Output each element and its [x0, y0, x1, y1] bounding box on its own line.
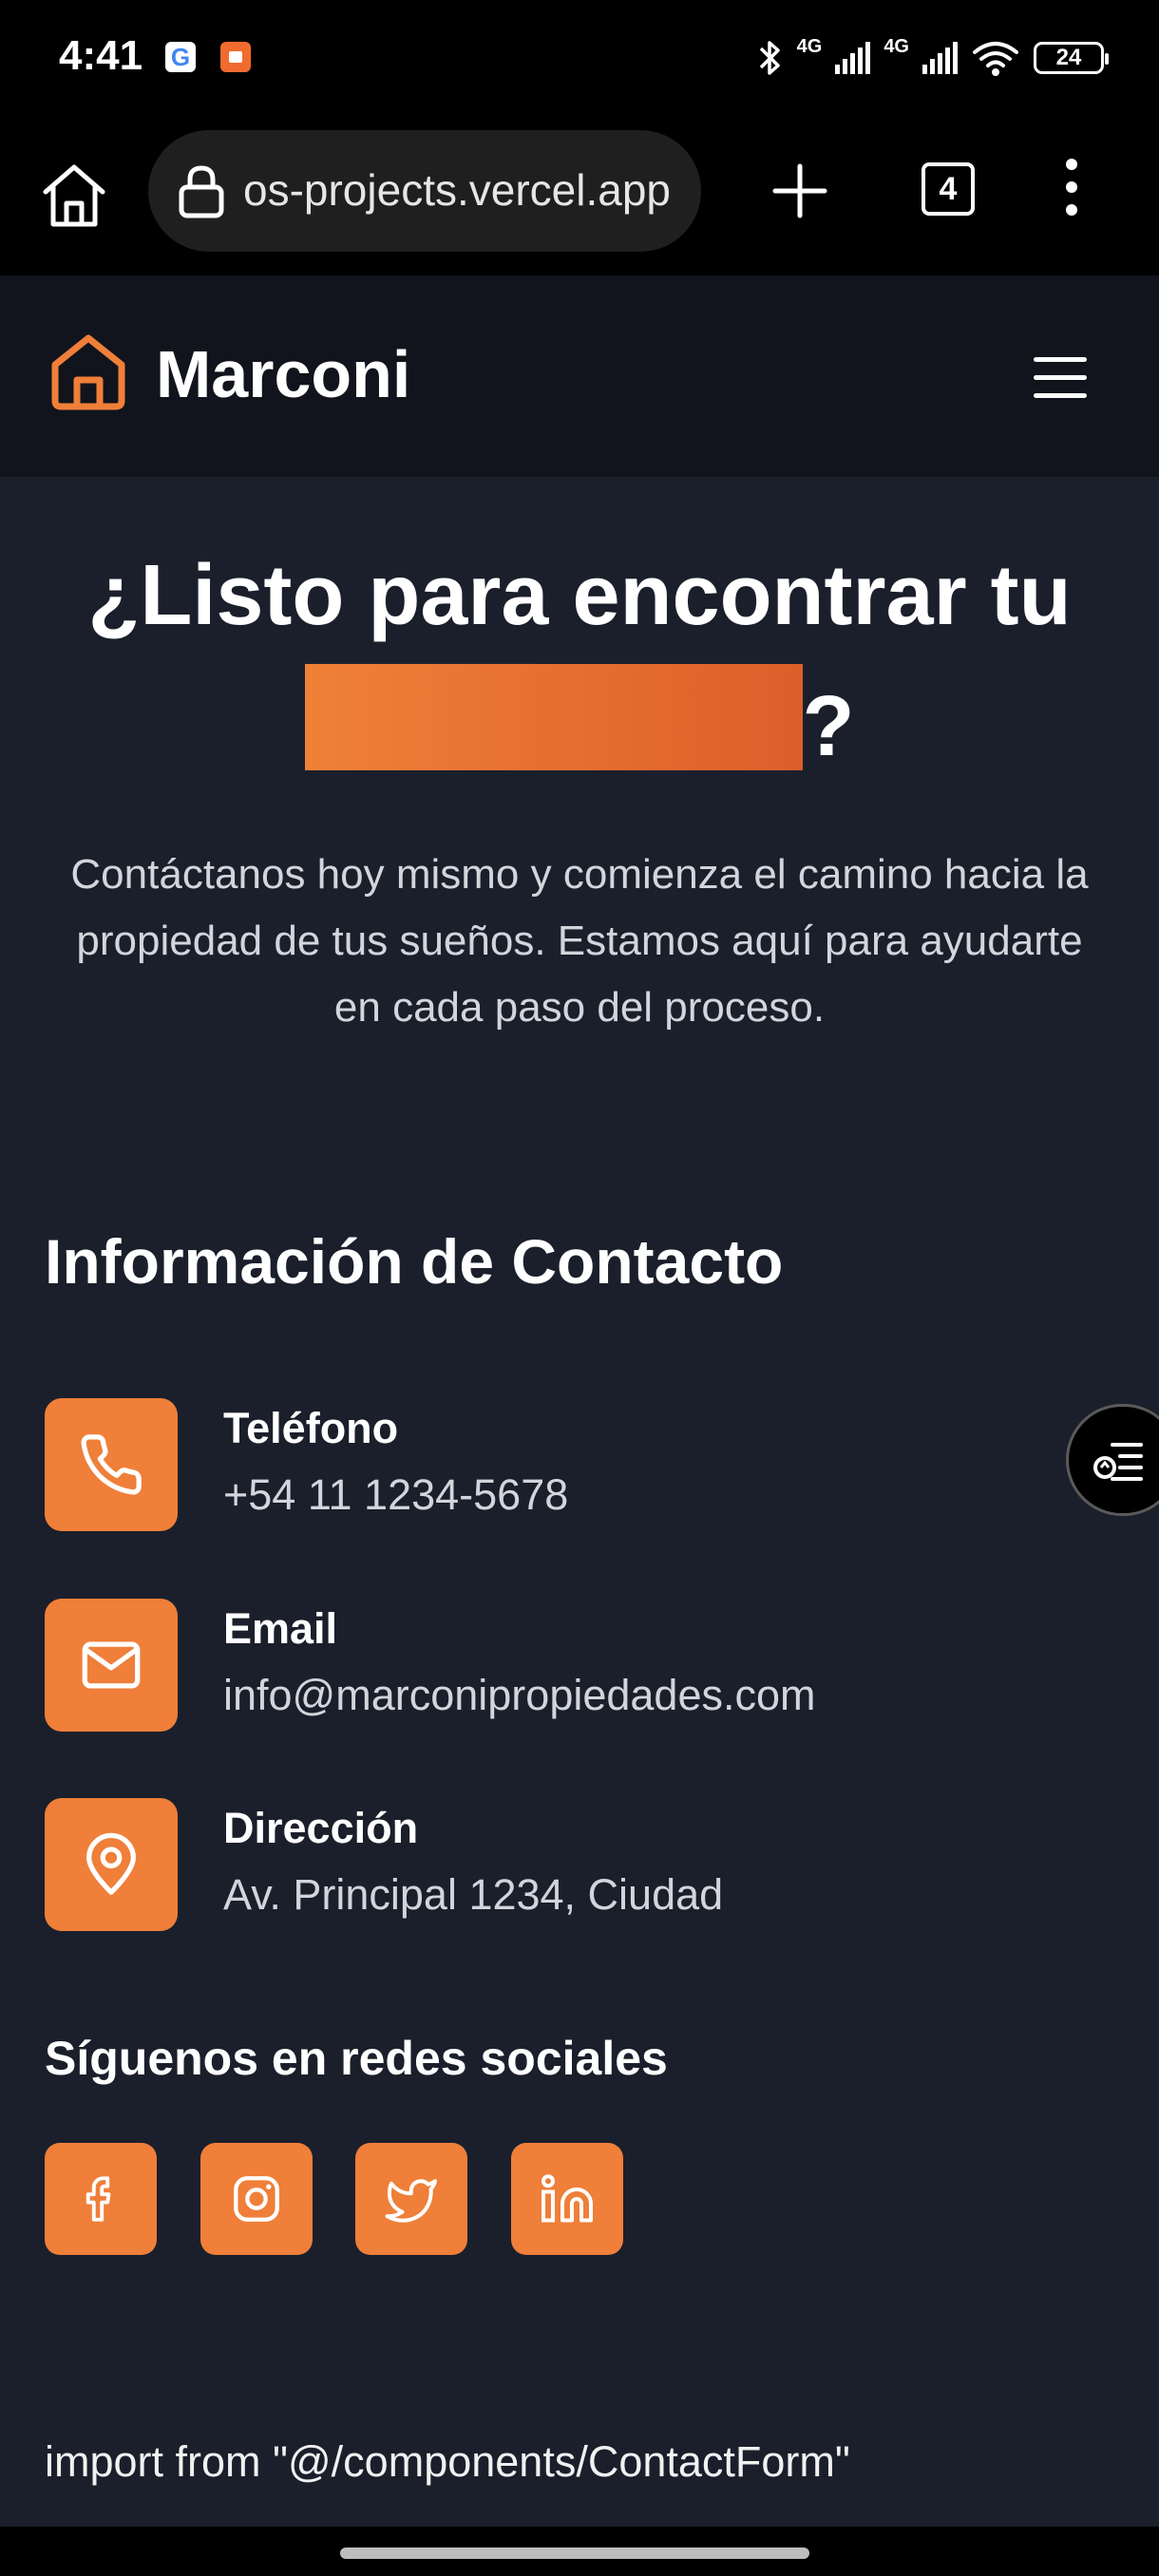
- footer-code-text: import from "@/components/ContactForm": [45, 2437, 850, 2486]
- bluetooth-icon: [759, 41, 780, 75]
- contact-label-phone: Teléfono: [223, 1404, 399, 1452]
- facebook-button[interactable]: [45, 2143, 157, 2255]
- phone-icon-box: [45, 1398, 178, 1531]
- status-indicators: 4G 4G 24: [755, 34, 1109, 82]
- brand-name[interactable]: Marconi: [156, 336, 410, 412]
- contact-label-email: Email: [223, 1604, 338, 1653]
- hero-description: Contáctanos hoy mismo y comienza el cami…: [70, 851, 1089, 1031]
- new-tab-icon[interactable]: [770, 161, 830, 221]
- linkedin-icon: [542, 2174, 593, 2223]
- gesture-navigation-bar[interactable]: [340, 2548, 809, 2559]
- instagram-icon: [234, 2176, 279, 2222]
- twitter-icon: [385, 2179, 437, 2223]
- browser-home-icon[interactable]: [38, 160, 110, 232]
- battery-indicator: 24: [1034, 42, 1109, 74]
- contact-heading: Información de Contacto: [45, 1226, 784, 1297]
- signal-bars-1-icon: [835, 42, 871, 74]
- contact-label-address: Dirección: [223, 1804, 419, 1852]
- hero-highlight-block: [304, 664, 803, 770]
- map-pin-icon-box: [45, 1798, 178, 1931]
- network-type-1: 4G: [796, 35, 823, 57]
- status-time: 4:41: [59, 32, 143, 79]
- google-app-icon: G: [165, 42, 196, 72]
- contact-item-email[interactable]: Email info@marconipropiedades.com: [45, 1599, 1090, 1732]
- mail-icon: [82, 1641, 141, 1689]
- browser-toolbar: os-projects.vercel.app 4: [0, 119, 1159, 275]
- contact-value-phone[interactable]: +54 11 1234-5678: [223, 1470, 568, 1520]
- address-bar[interactable]: os-projects.vercel.app: [148, 130, 701, 252]
- url-text: os-projects.vercel.app: [243, 165, 671, 215]
- mail-icon-box: [45, 1599, 178, 1732]
- contact-value-email[interactable]: info@marconipropiedades.com: [223, 1671, 816, 1720]
- browser-menu-icon[interactable]: [1060, 159, 1083, 225]
- facebook-icon: [86, 2176, 111, 2222]
- screen-record-icon: [220, 42, 251, 72]
- contact-item-phone[interactable]: Teléfono +54 11 1234-5678: [45, 1398, 1090, 1531]
- reading-list-icon: [1093, 1443, 1143, 1481]
- linkedin-button[interactable]: [511, 2143, 623, 2255]
- network-type-2: 4G: [884, 35, 909, 57]
- contact-value-address: Av. Principal 1234, Ciudad: [223, 1870, 724, 1919]
- signal-bars-2-icon: [922, 42, 958, 74]
- twitter-button[interactable]: [355, 2143, 467, 2255]
- wifi-icon: [973, 42, 1018, 76]
- map-pin-icon: [86, 1832, 136, 1895]
- status-bar: 4:41 G 4G 4G 24: [0, 0, 1159, 119]
- social-heading: Síguenos en redes sociales: [45, 2032, 668, 2085]
- hamburger-menu-icon[interactable]: [1034, 357, 1087, 399]
- phone-icon: [81, 1434, 142, 1495]
- house-logo-icon[interactable]: [48, 331, 129, 412]
- instagram-button[interactable]: [200, 2143, 313, 2255]
- tab-switcher-button[interactable]: 4: [922, 162, 975, 216]
- lock-icon: [179, 165, 224, 218]
- contact-item-address[interactable]: Dirección Av. Principal 1234, Ciudad: [45, 1798, 1090, 1931]
- site-header: Marconi: [0, 275, 1159, 477]
- hero-title-suffix: ?: [802, 679, 855, 774]
- hero-title-text: ¿Listo para encontrar tu: [87, 548, 1072, 643]
- hero-title: ¿Listo para encontrar tu ?: [28, 530, 1130, 792]
